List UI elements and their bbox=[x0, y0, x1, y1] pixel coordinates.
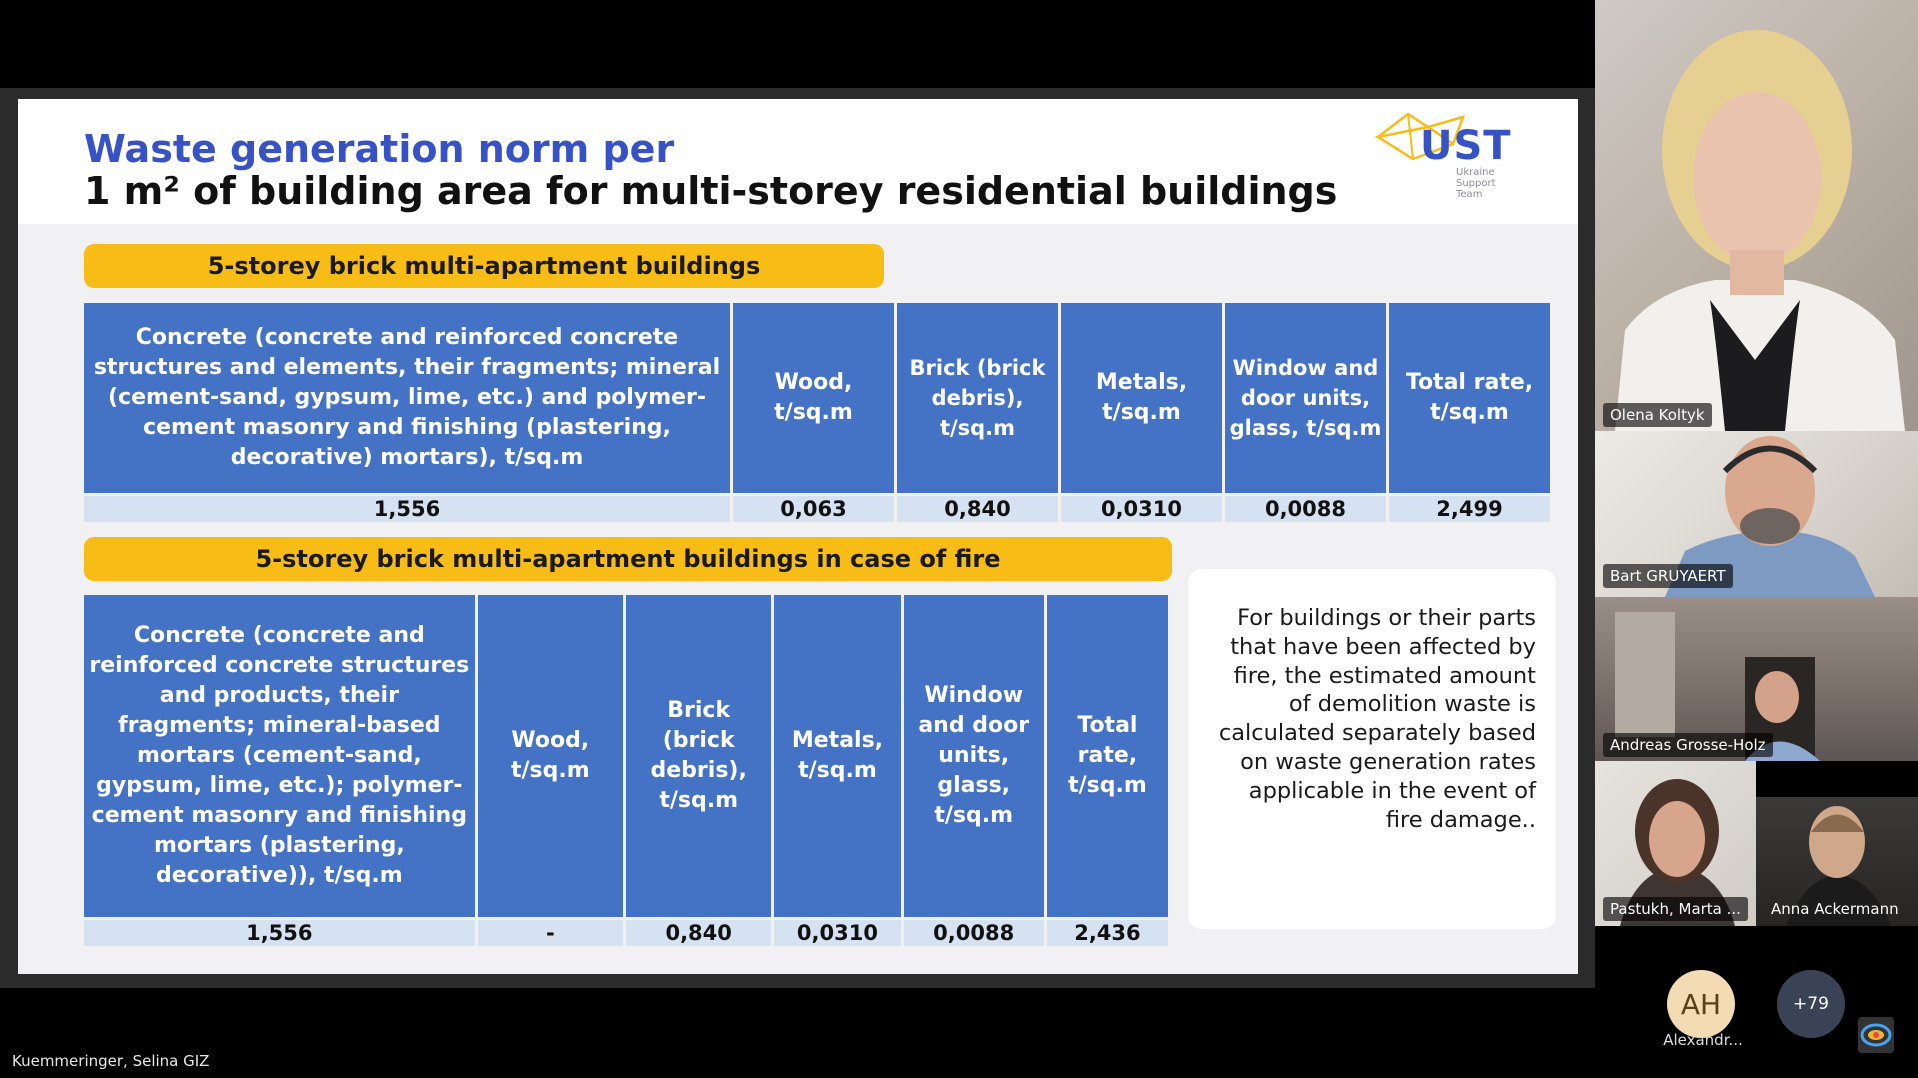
header-window-door: Window and door units, glass, t/sq.m bbox=[903, 595, 1044, 917]
header-brick: Brick (brick debris), t/sq.m bbox=[897, 303, 1058, 493]
slide-title-line2: 1 m² of building area for multi-storey r… bbox=[84, 169, 1338, 213]
value-wood: - bbox=[477, 920, 623, 946]
shared-slide: Waste generation norm per 1 m² of buildi… bbox=[18, 99, 1578, 974]
table-header-row: Concrete (concrete and reinforced concre… bbox=[84, 595, 1168, 917]
participant-name-tag: Bart GRUYAERT bbox=[1603, 564, 1733, 588]
participant-tile-bart[interactable]: Bart GRUYAERT bbox=[1595, 431, 1918, 597]
fire-note-box: For buildings or their parts that have b… bbox=[1188, 569, 1556, 929]
value-concrete: 1,556 bbox=[84, 496, 730, 522]
fire-note-text: For buildings or their parts that have b… bbox=[1218, 605, 1536, 833]
header-total: Total rate, t/sq.m bbox=[1389, 303, 1550, 493]
section1-banner: 5-storey brick multi-apartment buildings bbox=[84, 244, 884, 288]
value-metals: 0,0310 bbox=[774, 920, 901, 946]
value-metals: 0,0310 bbox=[1061, 496, 1222, 522]
header-concrete: Concrete (concrete and reinforced concre… bbox=[84, 595, 475, 917]
header-total: Total rate, t/sq.m bbox=[1046, 595, 1168, 917]
header-metals: Metals, t/sq.m bbox=[774, 595, 901, 917]
value-total: 2,499 bbox=[1389, 496, 1550, 522]
participant-name-tag: Pastukh, Marta ... bbox=[1603, 897, 1748, 921]
header-wood: Wood, t/sq.m bbox=[733, 303, 894, 493]
participant-tile-pastukh[interactable]: Pastukh, Marta ... bbox=[1595, 761, 1756, 926]
presenter-name-label: Kuemmeringer, Selina GIZ bbox=[12, 1052, 210, 1070]
header-metals: Metals, t/sq.m bbox=[1061, 303, 1222, 493]
participant-tile-olena[interactable]: Olena Koltyk bbox=[1595, 0, 1918, 431]
header-window-door: Window and door units, glass, t/sq.m bbox=[1225, 303, 1386, 493]
value-window-door: 0,0088 bbox=[903, 920, 1044, 946]
participant-name-tag: Andreas Grosse-Holz bbox=[1603, 733, 1773, 757]
ust-logo-text: UST bbox=[1420, 123, 1512, 169]
header-brick: Brick (brick debris), t/sq.m bbox=[626, 595, 772, 917]
value-brick: 0,840 bbox=[626, 920, 772, 946]
header-concrete: Concrete (concrete and reinforced concre… bbox=[84, 303, 730, 493]
section2-banner: 5-storey brick multi-apartment buildings… bbox=[84, 537, 1172, 581]
more-participants-button[interactable]: +79 bbox=[1777, 970, 1845, 1038]
participant-tile-anna[interactable]: Anna Ackermann bbox=[1756, 797, 1918, 926]
participant-tile-andreas[interactable]: Andreas Grosse-Holz bbox=[1595, 597, 1918, 761]
participant-name-tag: Anna Ackermann bbox=[1771, 900, 1899, 918]
section1-table: Concrete (concrete and reinforced concre… bbox=[81, 300, 1553, 525]
participant-avatar[interactable]: AH bbox=[1667, 970, 1735, 1038]
section2-table: Concrete (concrete and reinforced concre… bbox=[81, 592, 1171, 949]
slide-title-line1: Waste generation norm per bbox=[84, 127, 675, 171]
participant-video-icon bbox=[1615, 30, 1905, 431]
value-window-door: 0,0088 bbox=[1225, 496, 1386, 522]
value-concrete: 1,556 bbox=[84, 920, 475, 946]
app-logo-glyph-icon bbox=[1860, 1023, 1892, 1047]
header-wood: Wood, t/sq.m bbox=[477, 595, 623, 917]
table-value-row: 1,556 0,063 0,840 0,0310 0,0088 2,499 bbox=[84, 496, 1550, 522]
value-brick: 0,840 bbox=[897, 496, 1058, 522]
app-logo-icon bbox=[1858, 1017, 1894, 1053]
participant-name-tag: Olena Koltyk bbox=[1603, 403, 1712, 427]
ust-logo: UST Ukraine Support Team bbox=[1368, 109, 1518, 209]
value-total: 2,436 bbox=[1046, 920, 1168, 946]
table-value-row: 1,556 - 0,840 0,0310 0,0088 2,436 bbox=[84, 920, 1168, 946]
value-wood: 0,063 bbox=[733, 496, 894, 522]
ust-logo-subtitle: Ukraine Support Team bbox=[1456, 167, 1496, 200]
table-header-row: Concrete (concrete and reinforced concre… bbox=[84, 303, 1550, 493]
participant-avatar-label: Alexandr... bbox=[1663, 1031, 1743, 1049]
